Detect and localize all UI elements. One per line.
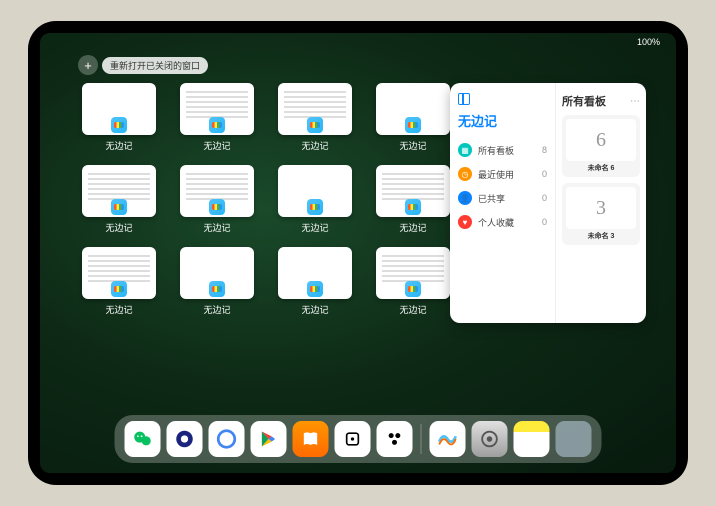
panel-item[interactable]: ▦所有看板8 <box>458 138 547 162</box>
window-label: 无边记 <box>399 139 426 152</box>
windows-grid: 无边记无边记无边记无边记无边记无边记无边记无边记无边记无边记无边记无边记 <box>82 83 450 411</box>
app-icon <box>307 199 323 215</box>
window-label: 无边记 <box>301 303 328 316</box>
window-label: 无边记 <box>203 221 230 234</box>
window-thumbnail[interactable]: 无边记 <box>376 165 450 235</box>
dock-recent-icon[interactable] <box>556 421 592 457</box>
app-icon <box>209 199 225 215</box>
window-thumbnail[interactable]: 无边记 <box>180 83 254 153</box>
window-label: 无边记 <box>301 139 328 152</box>
panel-item[interactable]: 👤已共享0 <box>458 186 547 210</box>
panel-right-title: 所有看板 <box>562 93 606 109</box>
window-label: 无边记 <box>399 221 426 234</box>
panel-item-label: 最近使用 <box>478 168 514 181</box>
window-label: 无边记 <box>203 303 230 316</box>
panel-item-label: 所有看板 <box>478 144 514 157</box>
window-label: 无边记 <box>203 139 230 152</box>
window-label: 无边记 <box>105 221 132 234</box>
app-icon <box>111 117 127 133</box>
window-thumbnail[interactable]: 无边记 <box>180 247 254 317</box>
dock-dice-icon[interactable] <box>335 421 371 457</box>
window-thumbnail[interactable]: 无边记 <box>82 165 156 235</box>
app-icon <box>209 281 225 297</box>
panel-item-label: 已共享 <box>478 192 505 205</box>
app-icon <box>405 281 421 297</box>
status-right: 100% <box>637 37 660 47</box>
panel-left: 无边记 ▦所有看板8◷最近使用0👤已共享0♥个人收藏0 <box>450 83 556 323</box>
window-thumbnail[interactable]: 无边记 <box>278 247 352 317</box>
panel-item-label: 个人收藏 <box>478 216 514 229</box>
dock <box>115 415 602 463</box>
status-bar: 100% <box>40 33 676 51</box>
dock-quark-icon[interactable] <box>209 421 245 457</box>
dock-separator <box>421 424 422 454</box>
app-icon <box>405 117 421 133</box>
board-card[interactable]: 3 未命名 3 <box>562 183 640 245</box>
app-icon <box>307 117 323 133</box>
window-label: 无边记 <box>301 221 328 234</box>
window-thumbnail[interactable]: 无边记 <box>180 165 254 235</box>
app-icon <box>307 281 323 297</box>
window-label: 无边记 <box>105 303 132 316</box>
app-icon <box>111 281 127 297</box>
panel-item[interactable]: ♥个人收藏0 <box>458 210 547 234</box>
app-icon <box>405 199 421 215</box>
window-label: 无边记 <box>105 139 132 152</box>
dock-books-icon[interactable] <box>293 421 329 457</box>
board-card[interactable]: 6 未命名 6 <box>562 115 640 177</box>
add-window-button[interactable]: + <box>78 55 98 75</box>
screen: 100% + 重新打开已关闭的窗口 无边记无边记无边记无边记无边记无边记无边记无… <box>40 33 676 473</box>
panel-title: 无边记 <box>458 111 547 130</box>
app-icon <box>111 199 127 215</box>
window-thumbnail[interactable]: 无边记 <box>278 165 352 235</box>
dock-play-icon[interactable] <box>251 421 287 457</box>
window-thumbnail[interactable]: 无边记 <box>376 247 450 317</box>
panel-item-count: 0 <box>542 217 547 227</box>
sidebar-icon[interactable] <box>458 93 470 105</box>
window-thumbnail[interactable]: 无边记 <box>82 83 156 153</box>
reopen-closed-button[interactable]: 重新打开已关闭的窗口 <box>102 57 208 74</box>
window-thumbnail[interactable]: 无边记 <box>376 83 450 153</box>
board-name: 未命名 3 <box>566 231 636 241</box>
board-thumb: 6 <box>566 119 636 161</box>
panel-item-count: 8 <box>542 145 547 155</box>
window-thumbnail[interactable]: 无边记 <box>82 247 156 317</box>
boards-list: 6 未命名 6 3 未命名 3 <box>562 115 640 245</box>
dock-notes-icon[interactable] <box>514 421 550 457</box>
content-area: 无边记无边记无边记无边记无边记无边记无边记无边记无边记无边记无边记无边记 无边记… <box>82 83 646 411</box>
panel-right: 所有看板 ⋯ 6 未命名 6 3 未命名 3 <box>556 83 646 323</box>
window-label: 无边记 <box>399 303 426 316</box>
panel-items: ▦所有看板8◷最近使用0👤已共享0♥个人收藏0 <box>458 138 547 234</box>
more-icon[interactable]: ⋯ <box>630 96 640 107</box>
board-name: 未命名 6 <box>566 163 636 173</box>
dock-browser-icon[interactable] <box>167 421 203 457</box>
panel-item-count: 0 <box>542 193 547 203</box>
ipad-frame: 100% + 重新打开已关闭的窗口 无边记无边记无边记无边记无边记无边记无边记无… <box>28 21 688 485</box>
dock-settings-icon[interactable] <box>472 421 508 457</box>
window-thumbnail[interactable]: 无边记 <box>278 83 352 153</box>
dock-app-icon[interactable] <box>377 421 413 457</box>
dock-freeform-icon[interactable] <box>430 421 466 457</box>
top-controls: + 重新打开已关闭的窗口 <box>78 55 208 75</box>
panel-item[interactable]: ◷最近使用0 <box>458 162 547 186</box>
board-thumb: 3 <box>566 187 636 229</box>
sidebar-panel: 无边记 ▦所有看板8◷最近使用0👤已共享0♥个人收藏0 所有看板 ⋯ 6未命名 … <box>450 83 646 323</box>
panel-item-count: 0 <box>542 169 547 179</box>
dock-wechat-icon[interactable] <box>125 421 161 457</box>
app-icon <box>209 117 225 133</box>
